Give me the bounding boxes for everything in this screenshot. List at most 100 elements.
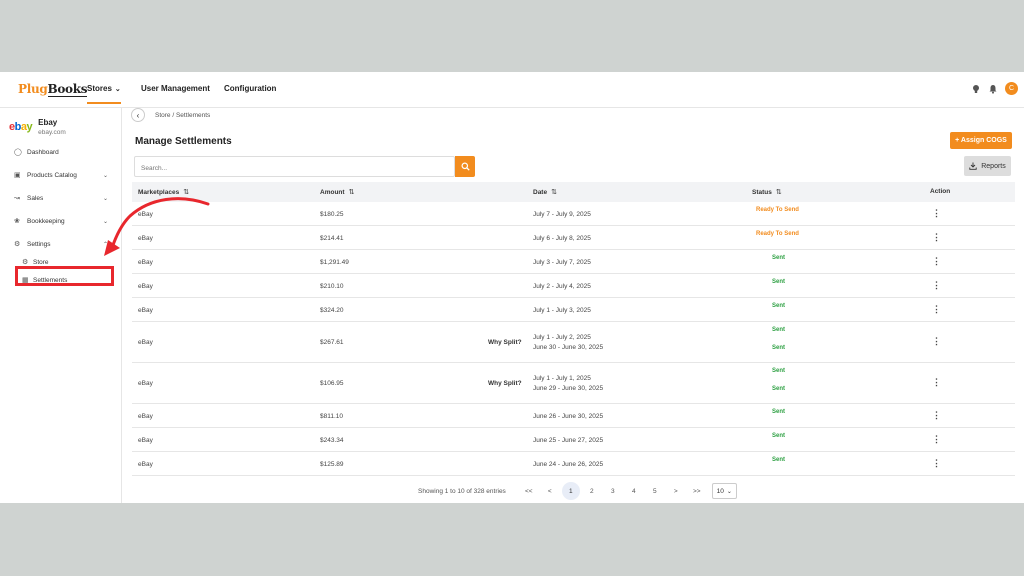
table-row[interactable]: eBay $125.89 June 24 - June 26, 2025 Sen… — [132, 452, 1015, 476]
store-domain: ebay.com — [38, 129, 66, 136]
column-header-date[interactable]: Date ⇅ — [533, 188, 557, 196]
column-header-marketplaces[interactable]: Marketplaces ⇅ — [138, 188, 189, 196]
date-cell: June 30 - June 30, 2025 — [533, 344, 604, 351]
page-button-5[interactable]: 5 — [646, 482, 664, 500]
logo-part-plug: Plug — [18, 82, 48, 96]
column-header-label: Marketplaces — [138, 189, 180, 196]
status-badge: Sent — [772, 279, 786, 285]
next-page-button[interactable]: > — [667, 482, 685, 500]
page-button-1[interactable]: 1 — [561, 482, 580, 500]
page-button-2[interactable]: 2 — [583, 482, 601, 500]
bell-icon[interactable] — [988, 84, 998, 94]
sidebar-item-settings[interactable]: ⚙ Settings ⌃ — [14, 240, 108, 249]
table-row[interactable]: eBay $267.61 Why Split? July 1 - July 2,… — [132, 322, 1015, 363]
chevron-down-icon: ⌄ — [102, 172, 108, 179]
dashboard-icon: ◯ — [14, 149, 22, 156]
sidebar-item-label: Settings — [27, 240, 51, 248]
sidebar-item-label: Products Catalog — [27, 171, 77, 179]
amount-cell: $324.20 — [320, 307, 344, 314]
sidebar-item-label: Dashboard — [27, 148, 59, 156]
back-button[interactable]: ‹ — [131, 108, 145, 122]
sidebar-item-sales[interactable]: ↝ Sales ⌄ — [14, 194, 108, 203]
why-split-link[interactable]: Why Split? — [488, 380, 522, 387]
status-badge: Sent — [772, 386, 786, 392]
prev-page-button[interactable]: < — [541, 482, 559, 500]
ebay-logo: ebay — [9, 121, 33, 133]
nav-stores-label: Stores — [87, 84, 112, 93]
status-badge: Ready To Send — [756, 207, 799, 213]
page-size-select[interactable]: 10 ⌄ — [711, 483, 737, 499]
table-row[interactable]: eBay $1,291.49 July 3 - July 7, 2025 Sen… — [132, 250, 1015, 274]
store-name: Ebay — [38, 118, 58, 127]
last-page-button[interactable]: >> — [688, 482, 706, 500]
table-row[interactable]: eBay $243.34 June 25 - June 27, 2025 Sen… — [132, 428, 1015, 452]
store-header[interactable]: ebay Ebay ebay.com — [9, 118, 66, 136]
nav-stores[interactable]: Stores ⌄ — [87, 84, 121, 104]
more-options-icon[interactable]: ⋮ — [932, 208, 941, 219]
download-icon — [969, 162, 977, 170]
amount-cell: $214.41 — [320, 235, 344, 242]
sidebar-subitem-store[interactable]: ⚙ Store — [22, 258, 49, 267]
search-input[interactable] — [135, 159, 454, 178]
book-icon: ❀ — [14, 218, 20, 225]
sidebar-item-products-catalog[interactable]: ▣ Products Catalog ⌄ — [14, 171, 108, 180]
plugbooks-logo[interactable]: PlugBooks — [18, 82, 88, 97]
amount-cell: $811.10 — [320, 413, 344, 420]
table-row[interactable]: eBay $324.20 July 1 - July 3, 2025 Sent … — [132, 298, 1015, 322]
chart-icon: ↝ — [14, 195, 20, 202]
sidebar-item-dashboard[interactable]: ◯ Dashboard — [14, 148, 108, 157]
column-header-action: Action — [930, 188, 951, 195]
more-options-icon[interactable]: ⋮ — [932, 458, 941, 469]
first-page-button[interactable]: << — [520, 482, 538, 500]
reports-button[interactable]: Reports — [964, 156, 1011, 176]
avatar[interactable]: C — [1005, 82, 1018, 95]
more-options-icon[interactable]: ⋮ — [932, 377, 941, 388]
amount-cell: $1,291.49 — [320, 259, 349, 266]
marketplace-cell: eBay — [138, 307, 153, 314]
sidebar-item-bookkeeping[interactable]: ❀ Bookkeeping ⌄ — [14, 217, 108, 226]
amount-cell: $106.95 — [320, 380, 344, 387]
lightbulb-icon[interactable] — [971, 84, 981, 94]
amount-cell: $243.34 — [320, 437, 344, 444]
status-badge: Sent — [772, 327, 786, 333]
logo-part-books: Books — [47, 82, 88, 97]
table-row[interactable]: eBay $210.10 July 2 - July 4, 2025 Sent … — [132, 274, 1015, 298]
column-header-status[interactable]: Status ⇅ — [752, 188, 782, 196]
table-row[interactable]: eBay $811.10 June 26 - June 30, 2025 Sen… — [132, 404, 1015, 428]
page-button-4[interactable]: 4 — [625, 482, 643, 500]
nav-user-management[interactable]: User Management — [141, 84, 210, 93]
table-row[interactable]: eBay $180.25 July 7 - July 9, 2025 Ready… — [132, 202, 1015, 226]
more-options-icon[interactable]: ⋮ — [932, 304, 941, 315]
gear-icon: ⚙ — [22, 259, 29, 266]
date-cell: July 7 - July 9, 2025 — [533, 211, 591, 218]
search-button[interactable] — [455, 156, 475, 177]
column-header-label: Amount — [320, 189, 345, 196]
page-button-3[interactable]: 3 — [604, 482, 622, 500]
table-row[interactable]: eBay $214.41 July 6 - July 8, 2025 Ready… — [132, 226, 1015, 250]
more-options-icon[interactable]: ⋮ — [932, 256, 941, 267]
more-options-icon[interactable]: ⋮ — [932, 280, 941, 291]
more-options-icon[interactable]: ⋮ — [932, 232, 941, 243]
status-badge: Sent — [772, 457, 786, 463]
amount-cell: $125.89 — [320, 461, 344, 468]
assign-cogs-button[interactable]: + Assign COGS — [950, 132, 1012, 149]
more-options-icon[interactable]: ⋮ — [932, 410, 941, 421]
sidebar: ebay Ebay ebay.com ◯ Dashboard ▣ Product… — [0, 108, 122, 503]
nav-configuration[interactable]: Configuration — [224, 84, 276, 93]
why-split-link[interactable]: Why Split? — [488, 339, 522, 346]
highlight-box — [15, 266, 114, 286]
column-header-amount[interactable]: Amount ⇅ — [320, 188, 354, 196]
more-options-icon[interactable]: ⋮ — [932, 434, 941, 445]
sidebar-item-label: Bookkeeping — [27, 217, 65, 225]
chevron-down-icon: ⌄ — [726, 488, 732, 495]
status-badge: Sent — [772, 433, 786, 439]
page-size-value: 10 — [716, 487, 724, 495]
search-box — [134, 156, 455, 178]
table-row[interactable]: eBay $106.95 Why Split? July 1 - July 1,… — [132, 363, 1015, 404]
reports-label: Reports — [981, 162, 1006, 170]
date-cell: July 6 - July 8, 2025 — [533, 235, 591, 242]
more-options-icon[interactable]: ⋮ — [932, 336, 941, 347]
status-badge: Sent — [772, 409, 786, 415]
pagination-info: Showing 1 to 10 of 328 entries — [418, 487, 506, 495]
top-icons: C — [971, 82, 1018, 95]
